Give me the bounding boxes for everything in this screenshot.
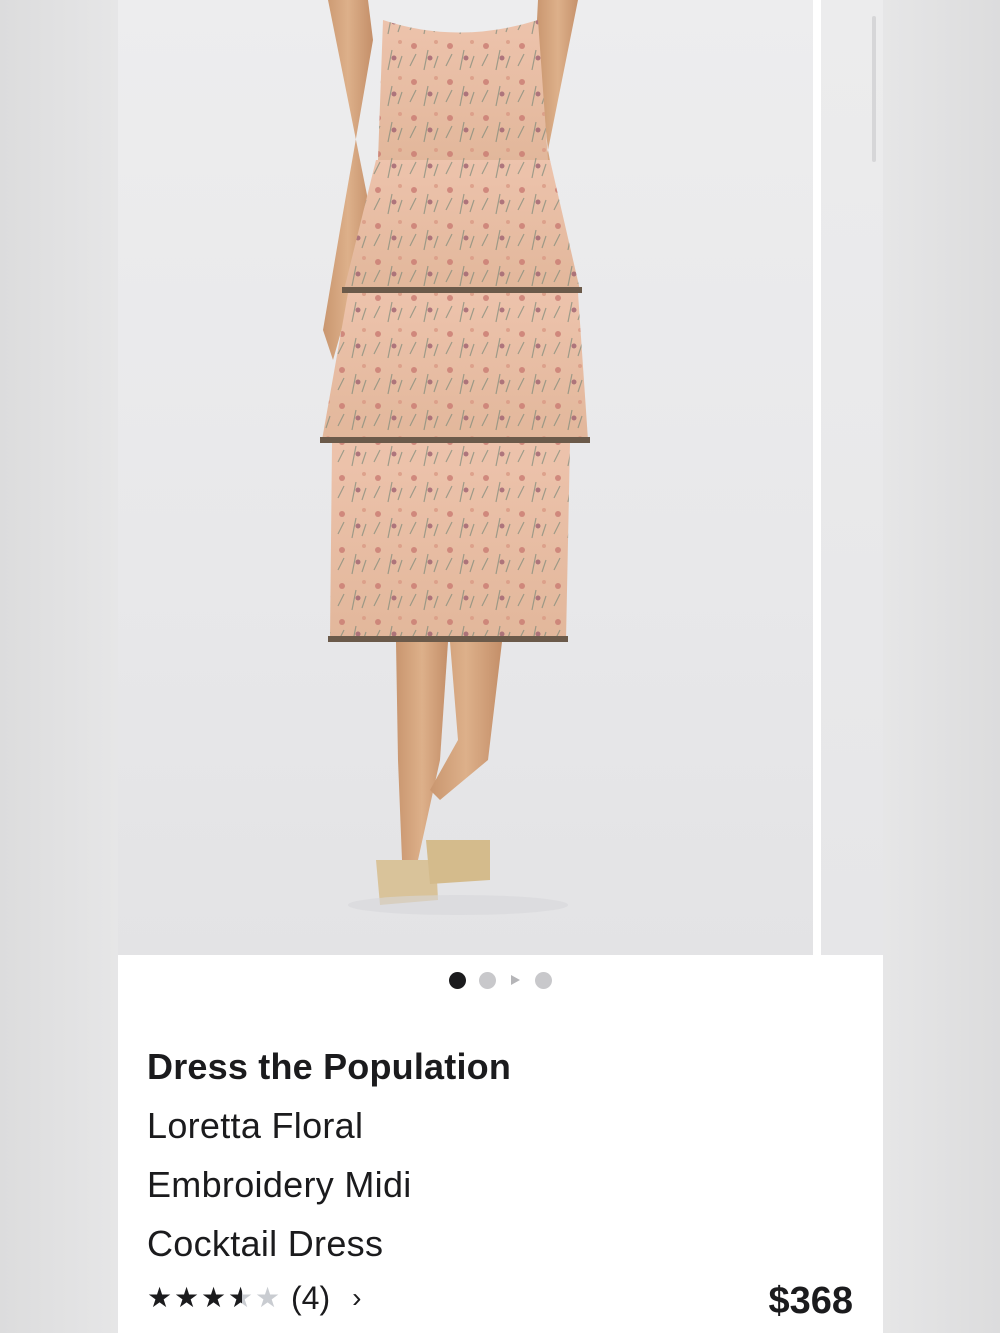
product-name-line-3[interactable]: Cocktail Dress: [147, 1223, 383, 1265]
star-full-icon: ★: [201, 1282, 227, 1313]
star-full-icon: ★: [147, 1282, 173, 1313]
carousel-dot-4[interactable]: [535, 971, 552, 989]
product-name-line-2[interactable]: Embroidery Midi: [147, 1164, 412, 1206]
product-image-carousel[interactable]: [118, 0, 883, 955]
product-card[interactable]: Dress the Population Loretta Floral Embr…: [118, 0, 883, 1333]
product-name-line-1[interactable]: Loretta Floral: [147, 1105, 363, 1147]
background-left-blur: [0, 0, 118, 1333]
carousel-dot-1[interactable]: [449, 971, 466, 989]
brand-name[interactable]: Dress the Population: [147, 1046, 511, 1088]
star-empty-icon: ★: [255, 1282, 281, 1313]
star-full-icon: ★: [174, 1282, 200, 1313]
product-photo[interactable]: [118, 0, 813, 955]
carousel-pagination: [118, 970, 883, 990]
dress-illustration: [320, 0, 590, 915]
product-price: $368: [768, 1280, 853, 1322]
video-play-icon[interactable]: [511, 975, 520, 985]
scroll-indicator[interactable]: [872, 16, 876, 162]
review-count[interactable]: (4): [291, 1280, 330, 1317]
carousel-dot-2[interactable]: [479, 971, 496, 989]
rating-summary[interactable]: ★ ★ ★ ★ ★ ★ (4) ›: [147, 1278, 361, 1318]
star-half-icon: ★: [228, 1284, 242, 1312]
chevron-right-icon[interactable]: ›: [352, 1282, 361, 1314]
background-right-blur: [883, 0, 1000, 1333]
star-rating: ★ ★ ★ ★ ★ ★: [147, 1284, 283, 1312]
